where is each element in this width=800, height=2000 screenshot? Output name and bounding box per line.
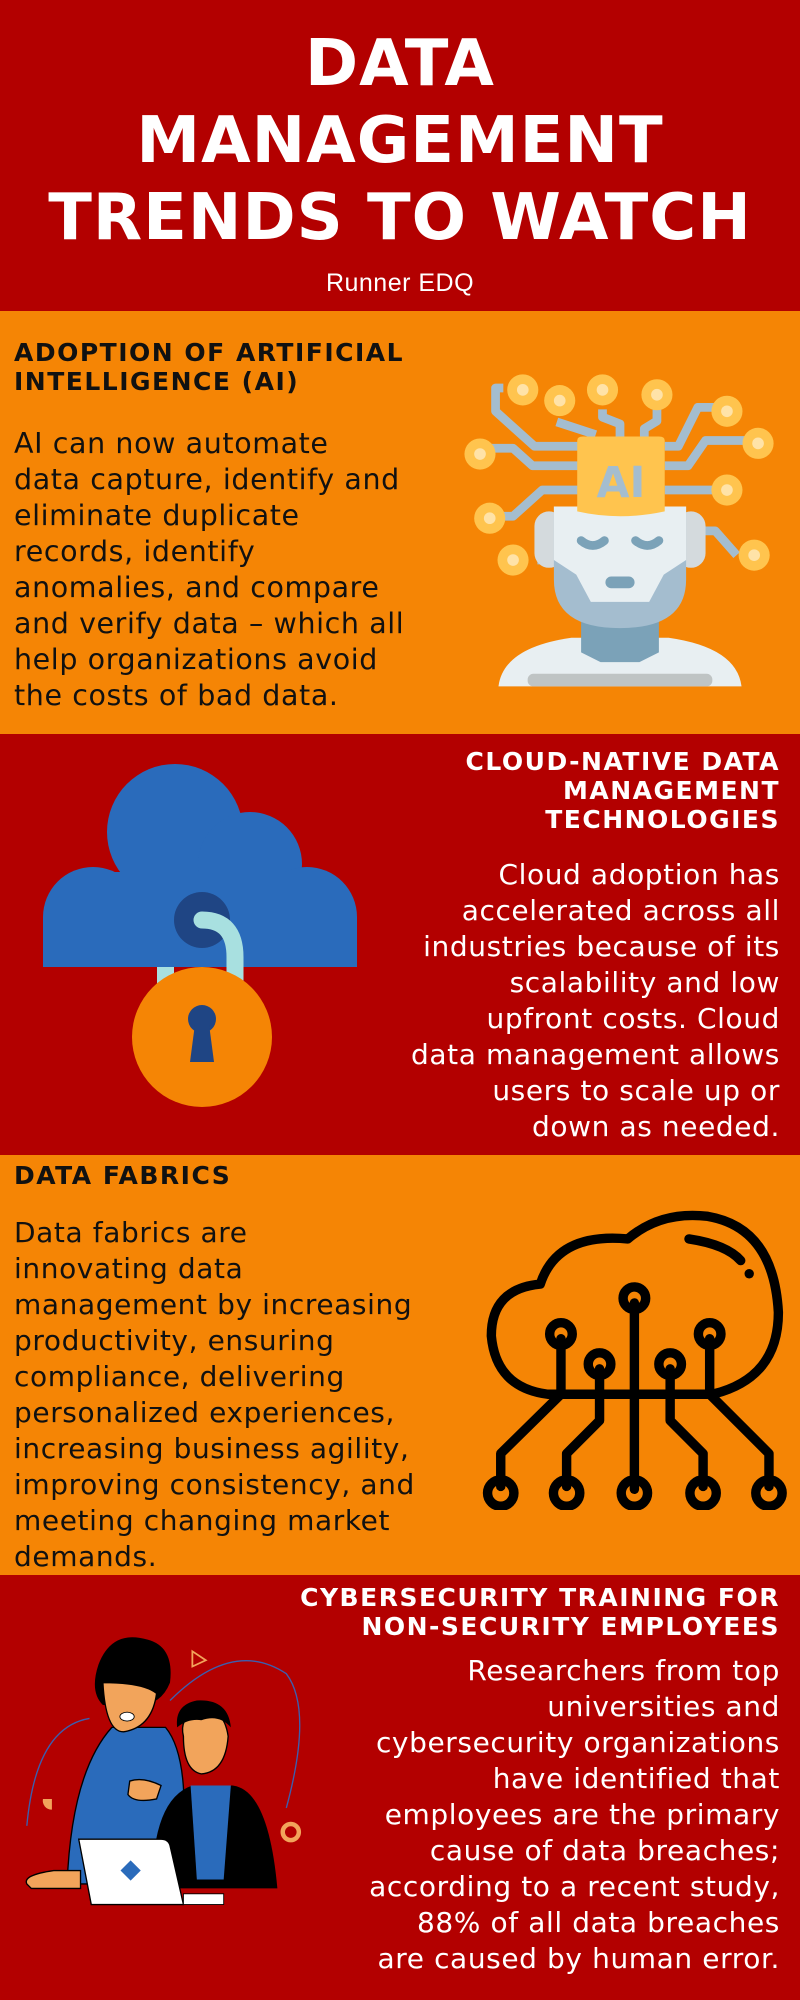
robot-eye [631, 536, 664, 550]
robot-mouth [605, 576, 635, 589]
cloud-highlight [684, 1234, 746, 1266]
robot-eye [576, 536, 609, 550]
woman-face [102, 1681, 158, 1733]
title-line: MANAGEMENT [136, 104, 664, 178]
section-cloud-native: CLOUD-NATIVE DATA MANAGEMENT TECHNOLOGIE… [0, 734, 800, 1155]
section-heading: DATA FABRICS [14, 1161, 232, 1190]
section-body: Researchers from top universities and cy… [369, 1654, 780, 1975]
triangle-decoration [191, 1649, 208, 1668]
pointing-hand [127, 1778, 162, 1802]
section-body: AI can now automate data capture, identi… [14, 427, 405, 712]
section-heading: ADOPTION OF ARTIFICIAL INTELLIGENCE (AI) [14, 338, 405, 396]
section-data-fabrics: DATA FABRICS Data fabrics are innovating… [0, 1155, 800, 1575]
section-body: Data fabrics are innovating data managem… [14, 1216, 415, 1573]
title-line: DATA [305, 27, 495, 101]
cloud-circuit-icon [482, 1210, 787, 1510]
subtitle-brand: Runner EDQ [325, 269, 475, 297]
header: DATA MANAGEMENT TRENDS TO WATCH Runner E… [0, 0, 800, 311]
page-title: DATA MANAGEMENT TRENDS TO WATCH [0, 26, 800, 257]
title-line: TRENDS TO WATCH [48, 181, 752, 255]
ai-chip-label: AI [596, 458, 645, 508]
circuit-wire [555, 417, 598, 439]
section-body: Cloud adoption has accelerated across al… [411, 858, 780, 1143]
section-cybersecurity-training: CYBERSECURITY TRAINING FOR NON-SECURITY … [0, 1575, 800, 2000]
circuit-wire [598, 409, 625, 437]
section-ai-adoption: ADOPTION OF ARTIFICIAL INTELLIGENCE (AI)… [0, 311, 800, 734]
circuit-wire [480, 443, 582, 471]
cloud-lock-icon [43, 764, 357, 1107]
section-heading: CLOUD-NATIVE DATA MANAGEMENT TECHNOLOGIE… [465, 747, 780, 834]
ai-robot-head-icon: AI [464, 374, 774, 687]
coworkers-laptop-illustration [25, 1637, 302, 1906]
ring-decoration [280, 1821, 302, 1843]
circuit-wire [639, 409, 662, 437]
